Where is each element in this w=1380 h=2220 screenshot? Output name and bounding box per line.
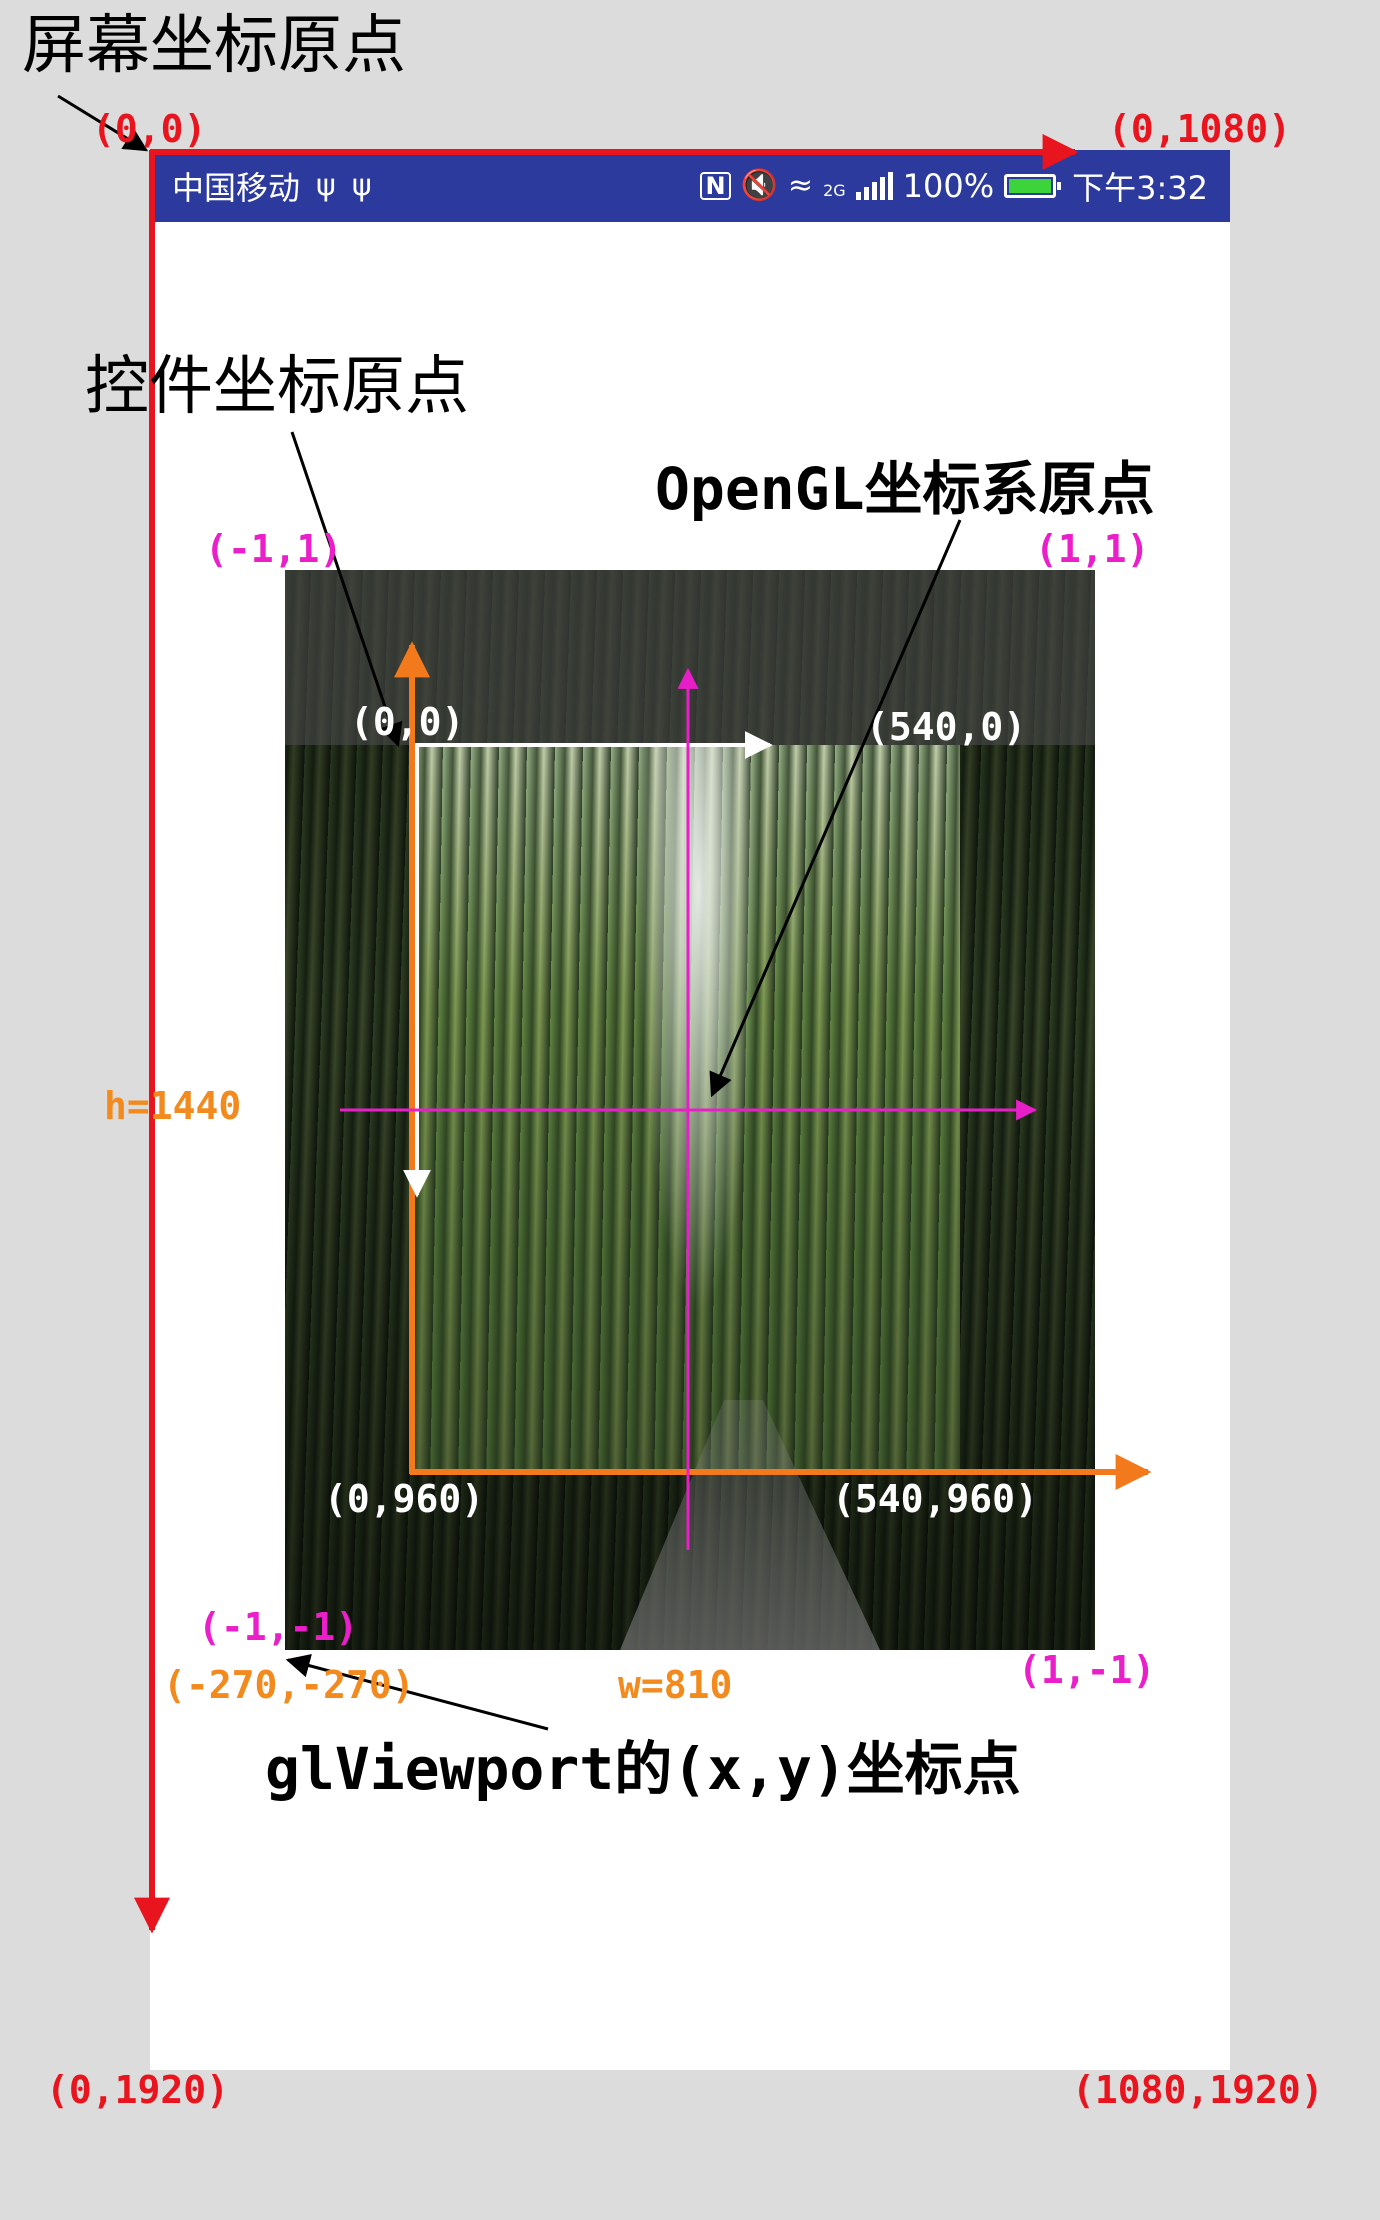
viewport-origin-coord: (-270,-270) (163, 1663, 415, 1707)
widget-coord-bottom-left: (0,960) (324, 1477, 485, 1521)
opengl-origin-title: OpenGL坐标系原点 (655, 455, 1155, 523)
widget-coord-top-left: (0,0) (350, 700, 465, 744)
widget-origin-pointer (290, 431, 403, 748)
viewport-width-label: w=810 (618, 1663, 733, 1707)
screen-coord-bottom-right: (1080,1920) (1072, 2068, 1324, 2112)
widget-coord-top-right: (540,0) (866, 705, 1027, 749)
screen-coord-bottom-left: (0,1920) (46, 2068, 230, 2112)
widget-coord-bottom-right: (540,960) (832, 1477, 1038, 1521)
gl-coord-top-right: (1,1) (1035, 527, 1150, 571)
gl-coord-top-left: (-1,1) (205, 527, 343, 571)
viewport-height-label: h=1440 (104, 1084, 242, 1128)
gl-coord-bottom-left: (-1,-1) (198, 1605, 359, 1649)
widget-origin-title: 控件坐标原点 (85, 350, 469, 424)
viewport-origin-title: glViewport的(x,y)坐标点 (265, 1735, 1021, 1803)
screen-coord-top-right: (0,1080) (1108, 107, 1292, 151)
screen-coord-top-left: (0,0) (92, 107, 207, 151)
screen-origin-title: 屏幕坐标原点 (22, 9, 406, 83)
gl-coord-bottom-right: (1,-1) (1018, 1648, 1156, 1692)
opengl-origin-pointer (709, 519, 962, 1098)
